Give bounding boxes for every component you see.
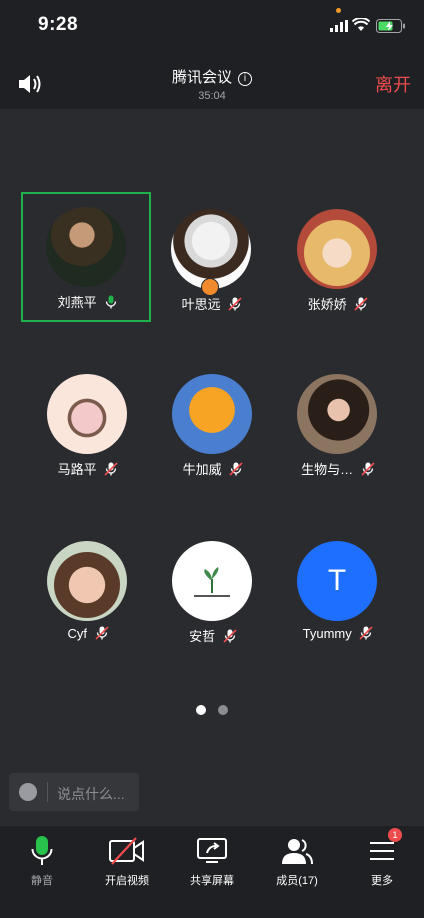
- participant-name: 叶思远: [181, 297, 221, 312]
- participant-tile[interactable]: Cyf: [23, 526, 153, 656]
- microphone-icon: [31, 836, 53, 865]
- mute-button[interactable]: 静音: [0, 835, 84, 888]
- participant-name: 刘燕平: [57, 295, 97, 310]
- participant-name: 牛加威: [182, 462, 222, 477]
- page-dot-active[interactable]: [196, 705, 206, 715]
- mic-muted-icon: [361, 462, 375, 476]
- participant-avatar: [297, 209, 377, 289]
- share-screen-icon: [197, 838, 227, 863]
- participant-tile[interactable]: 马路平: [23, 359, 153, 489]
- notification-badge: 1: [388, 828, 402, 842]
- members-label: 成员(17): [276, 875, 318, 887]
- members-icon: [282, 839, 313, 865]
- meeting-duration: 35:04: [198, 90, 226, 102]
- participant-avatar: [171, 209, 251, 289]
- participant-name: 马路平: [57, 462, 97, 477]
- chat-divider: [47, 782, 48, 802]
- more-button[interactable]: 更多: [340, 835, 424, 888]
- more-label: 更多: [371, 875, 393, 887]
- mic-on-icon: [106, 295, 117, 309]
- wifi-icon: [352, 18, 370, 31]
- video-off-icon: [109, 837, 144, 865]
- menu-icon: [370, 842, 394, 860]
- participant-avatar: [172, 374, 252, 454]
- chat-placeholder: 说点什么...: [57, 786, 125, 802]
- participant-avatar: [172, 541, 252, 621]
- mic-muted-icon: [229, 462, 243, 476]
- share-screen-label: 共享屏幕: [190, 875, 234, 887]
- members-button[interactable]: 成员(17): [255, 835, 339, 888]
- participant-tile[interactable]: 安哲: [148, 526, 278, 656]
- start-video-button[interactable]: 开启视频: [85, 835, 169, 888]
- participant-name: Tyummy: [302, 626, 352, 641]
- mic-muted-icon: [104, 462, 118, 476]
- mic-muted-icon: [94, 626, 109, 640]
- mute-label: 静音: [31, 875, 53, 887]
- status-time: 9:28: [38, 14, 79, 35]
- info-icon[interactable]: i: [238, 72, 252, 86]
- participant-avatar: [47, 541, 127, 621]
- mic-muted-icon: [223, 629, 237, 643]
- mic-muted-icon: [354, 297, 368, 311]
- participant-avatar: [297, 374, 377, 454]
- avatar-letter: T: [327, 564, 347, 597]
- participant-name: 生物与…: [301, 462, 354, 477]
- chat-input[interactable]: 说点什么...: [9, 773, 139, 811]
- participant-name: 安哲: [189, 629, 216, 644]
- camera-indicator-dot: [336, 8, 341, 13]
- participant-tile[interactable]: 张娇娇: [273, 194, 403, 324]
- sprout-logo-icon: [194, 567, 230, 597]
- participant-avatar: [46, 207, 126, 287]
- page-dot[interactable]: [218, 705, 228, 715]
- mic-muted-icon: [228, 297, 242, 311]
- meeting-title-text: 腾讯会议: [171, 69, 232, 86]
- participant-tile[interactable]: 刘燕平: [21, 192, 151, 322]
- participant-tile[interactable]: 生物与…: [273, 359, 403, 489]
- page-indicator[interactable]: [0, 702, 424, 720]
- start-video-label: 开启视频: [105, 875, 149, 887]
- share-screen-button[interactable]: 共享屏幕: [170, 835, 254, 888]
- participant-tile[interactable]: 牛加威: [148, 359, 278, 489]
- participant-avatar: T: [297, 541, 377, 621]
- participant-avatar: [47, 374, 127, 454]
- participant-tile[interactable]: T Tyummy: [273, 526, 403, 656]
- leave-button[interactable]: 离开: [375, 71, 411, 97]
- cellular-signal-icon: [330, 20, 348, 32]
- participant-name: 张娇娇: [307, 297, 347, 312]
- participant-tile[interactable]: 叶思远: [147, 194, 277, 324]
- emoji-icon[interactable]: [19, 783, 37, 801]
- participant-name: Cyf: [67, 626, 87, 641]
- mic-muted-icon: [359, 626, 373, 640]
- battery-icon: [376, 19, 405, 33]
- meeting-title[interactable]: 腾讯会议 i: [0, 66, 424, 87]
